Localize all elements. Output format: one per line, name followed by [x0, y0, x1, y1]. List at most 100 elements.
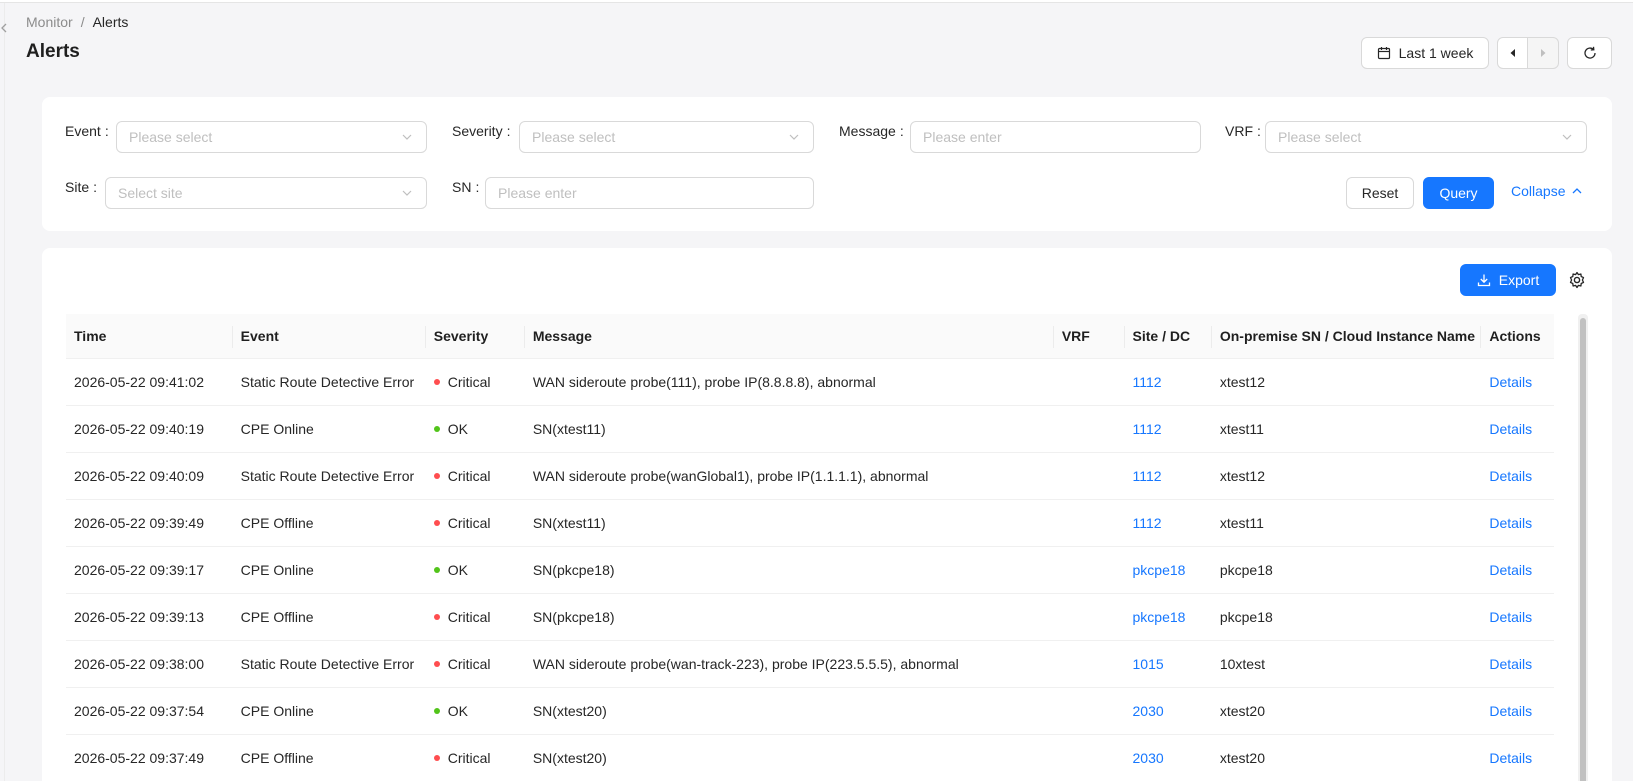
table-row[interactable]: 2026-05-22 09:37:49 CPE Offline Critical SN… [66, 735, 1554, 781]
vrf-select[interactable]: Please select [1265, 121, 1587, 153]
gear-icon[interactable] [1567, 270, 1587, 290]
message-cell: SN(pkcpe18) [532, 609, 615, 625]
severity-dot-icon [433, 379, 440, 386]
message-cell: WAN sideroute probe(wan-track-223), prob… [532, 656, 959, 672]
severity-dot-icon [433, 661, 440, 668]
sn-input[interactable]: Please enter [485, 177, 814, 209]
sidebar-edge [4, 3, 5, 781]
breadcrumb-alerts: Alerts [92, 14, 129, 30]
severity-label-text: Severity [452, 123, 503, 139]
collapse-toggle[interactable]: Collapse [1511, 183, 1583, 199]
time-cell: 2026-05-22 09:39:49 [74, 515, 204, 531]
event-cell: CPE Online [240, 421, 314, 437]
event-cell: CPE Online [240, 562, 314, 578]
details-link[interactable]: Details [1481, 609, 1554, 625]
details-link[interactable]: Details [1481, 515, 1554, 531]
message-cell: SN(xtest20) [532, 703, 607, 719]
table-row[interactable]: 2026-05-22 09:38:00 Static Route Detectiv… [66, 641, 1554, 688]
sn-cell: 10xtest [1219, 656, 1265, 672]
severity-label: Critical [447, 609, 491, 625]
message-placeholder: Please enter [923, 129, 1002, 145]
table-row[interactable]: 2026-05-22 09:40:19 CPE Online OK SN(xtest1… [66, 406, 1554, 453]
severity-label: Critical [447, 515, 491, 531]
vrf-label-text: VRF [1225, 123, 1253, 139]
column-header-site: Site / DC [1125, 314, 1213, 358]
details-link[interactable]: Details [1481, 656, 1554, 672]
table-row[interactable]: 2026-05-22 09:39:17 CPE Online OK SN(pkcpe1… [66, 547, 1554, 594]
message-cell: SN(xtest11) [532, 515, 606, 531]
site-link[interactable]: pkcpe18 [1125, 562, 1212, 578]
table-row[interactable]: 2026-05-22 09:37:54 CPE Online OK SN(xtest2… [66, 688, 1554, 735]
details-link[interactable]: Details [1481, 703, 1554, 719]
site-select[interactable]: Select site [105, 177, 427, 209]
details-link[interactable]: Details [1481, 750, 1554, 766]
time-range-button[interactable]: Last 1 week [1361, 37, 1489, 69]
severity-dot-icon [433, 567, 440, 574]
site-link[interactable]: 1112 [1125, 468, 1212, 484]
refresh-button[interactable] [1567, 37, 1612, 69]
message-cell: WAN sideroute probe(wanGlobal1), probe I… [532, 468, 929, 484]
chevron-down-icon [1562, 134, 1572, 140]
severity-cell: Critical [426, 609, 525, 625]
table-row[interactable]: 2026-05-22 09:39:49 CPE Offline Critical SN… [66, 500, 1554, 547]
column-header-event: Event [233, 314, 426, 358]
site-label-text: Site [65, 179, 90, 195]
table-scrollbar[interactable] [1578, 314, 1588, 781]
site-link[interactable]: 2030 [1125, 750, 1212, 766]
export-label: Export [1498, 272, 1540, 288]
sn-cell: xtest12 [1219, 468, 1265, 484]
time-nav-group [1497, 37, 1559, 69]
severity-label: Critical [447, 374, 491, 390]
event-select[interactable]: Please select [116, 121, 427, 153]
sn-cell: xtest12 [1219, 374, 1265, 390]
site-link[interactable]: 1112 [1125, 421, 1212, 437]
severity-cell: OK [426, 562, 525, 578]
details-link[interactable]: Details [1481, 421, 1554, 437]
severity-cell: OK [426, 703, 525, 719]
site-link[interactable]: pkcpe18 [1125, 609, 1212, 625]
severity-label: OK [447, 562, 468, 578]
table-row[interactable]: 2026-05-22 09:40:09 Static Route Detectiv… [66, 453, 1554, 500]
details-link[interactable]: Details [1481, 468, 1554, 484]
reset-button[interactable]: Reset [1346, 177, 1414, 209]
site-link[interactable]: 2030 [1125, 703, 1212, 719]
table-header: Time Event Severity Message VRF Site / D… [66, 314, 1554, 359]
sn-placeholder: Please enter [498, 185, 577, 201]
details-link[interactable]: Details [1481, 374, 1554, 390]
event-placeholder: Please select [129, 129, 213, 145]
sn-cell: xtest20 [1219, 750, 1265, 766]
time-cell: 2026-05-22 09:40:09 [74, 468, 204, 484]
severity-cell: Critical [426, 468, 525, 484]
table-row[interactable]: 2026-05-22 09:41:02 Static Route Detectiv… [66, 359, 1554, 406]
breadcrumb-monitor[interactable]: Monitor [26, 14, 73, 30]
details-link[interactable]: Details [1481, 562, 1554, 578]
scrollbar-thumb[interactable] [1580, 318, 1586, 781]
severity-dot-icon [433, 520, 440, 527]
chevron-down-icon [402, 190, 412, 196]
severity-placeholder: Please select [532, 129, 616, 145]
caret-left-icon [1510, 49, 1515, 57]
query-button[interactable]: Query [1423, 177, 1494, 209]
severity-select[interactable]: Please select [519, 121, 814, 153]
site-label-colon: : [93, 179, 98, 195]
site-link[interactable]: 1112 [1125, 515, 1212, 531]
site-link[interactable]: 1112 [1125, 374, 1212, 390]
message-cell: SN(xtest11) [532, 421, 606, 437]
alerts-table-card: Export Time Event Severity Message VRF S… [42, 248, 1612, 781]
export-button[interactable]: Export [1460, 264, 1556, 296]
time-cell: 2026-05-22 09:41:02 [74, 374, 204, 390]
sidebar-toggle[interactable] [0, 14, 10, 44]
message-input[interactable]: Please enter [910, 121, 1201, 153]
previous-period-button[interactable] [1497, 37, 1528, 69]
event-cell: Static Route Detective Error [240, 468, 415, 484]
next-period-button[interactable] [1528, 37, 1559, 69]
severity-cell: Critical [426, 515, 525, 531]
site-link[interactable]: 1015 [1125, 656, 1212, 672]
vrf-placeholder: Please select [1278, 129, 1362, 145]
caret-right-icon [1541, 49, 1546, 57]
severity-dot-icon [433, 614, 440, 621]
top-border [0, 0, 1633, 3]
breadcrumb: Monitor / Alerts [26, 14, 128, 30]
site-placeholder: Select site [118, 185, 183, 201]
table-row[interactable]: 2026-05-22 09:39:13 CPE Offline Critical SN… [66, 594, 1554, 641]
